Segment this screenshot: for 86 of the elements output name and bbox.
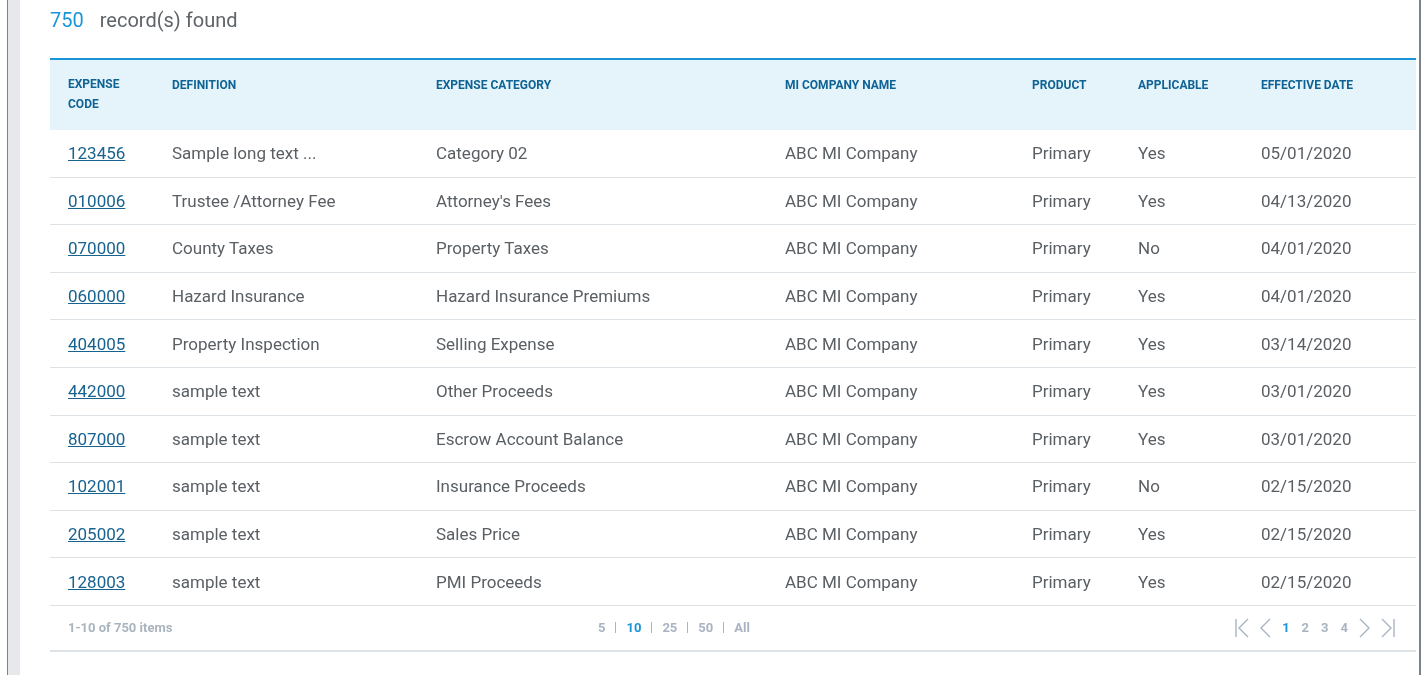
table-cell: Primary [1032, 524, 1091, 545]
table-cell: 04/13/2020 [1261, 190, 1352, 211]
table-cell: ABC MI Company [785, 428, 918, 449]
page-size-option[interactable]: 10 [626, 620, 642, 636]
table-cell: Sample long text ... [172, 143, 317, 164]
expense-code-link[interactable]: 807000 [68, 428, 126, 449]
table-cell: Yes [1138, 190, 1166, 211]
table-cell: 02/15/2020 [1261, 571, 1352, 592]
table-cell: No [1138, 476, 1160, 497]
table-cell: PMI Proceeds [436, 571, 542, 592]
table-cell: Primary [1032, 381, 1091, 402]
last-page-icon[interactable] [1380, 617, 1396, 638]
table-cell: Attorney's Fees [436, 190, 552, 211]
expense-code-link[interactable]: 404005 [68, 333, 126, 354]
table-cell: Insurance Proceeds [436, 476, 586, 497]
column-header: APPLICABLE [1138, 77, 1209, 94]
table-cell: sample text [172, 571, 261, 592]
table-cell: Hazard Insurance [172, 286, 305, 307]
table-cell: sample text [172, 381, 261, 402]
table-cell: Yes [1138, 571, 1166, 592]
record-count: 750 [50, 8, 84, 32]
table-cell: Primary [1032, 428, 1091, 449]
expense-code-link[interactable]: 070000 [68, 238, 126, 259]
next-page-icon[interactable] [1358, 617, 1372, 638]
table-cell: Primary [1032, 143, 1091, 164]
table-cell: ABC MI Company [785, 381, 918, 402]
table-cell: Yes [1138, 428, 1166, 449]
first-page-icon[interactable] [1234, 617, 1251, 638]
expense-code-link[interactable]: 205002 [68, 524, 126, 545]
table-cell: County Taxes [172, 238, 274, 259]
page-number[interactable]: 1 [1280, 620, 1292, 636]
table-cell: Yes [1138, 333, 1166, 354]
table-cell: Hazard Insurance Premiums [436, 286, 651, 307]
expense-code-link[interactable]: 102001 [68, 476, 126, 497]
table-cell: Primary [1032, 286, 1091, 307]
table-cell: Sales Price [436, 524, 520, 545]
pager-info: 1-10 of 750 items [68, 620, 174, 636]
column-header: MI COMPANY NAME [785, 77, 897, 94]
table-cell: Trustee /Attorney Fee [172, 190, 336, 211]
table-cell: ABC MI Company [785, 286, 918, 307]
table-cell: No [1138, 238, 1160, 259]
table-cell: ABC MI Company [785, 571, 918, 592]
table-cell: Yes [1138, 143, 1166, 164]
table-cell: 03/01/2020 [1261, 381, 1352, 402]
table-cell: Yes [1138, 524, 1166, 545]
table-cell: Other Proceeds [436, 381, 553, 402]
table-cell: Property Taxes [436, 238, 549, 259]
table-cell: ABC MI Company [785, 524, 918, 545]
previous-page-icon[interactable] [1258, 617, 1273, 638]
column-header: EXPENSE CODE [68, 76, 121, 113]
column-header: EFFECTIVE DATE [1261, 77, 1354, 94]
table-cell: Yes [1138, 381, 1166, 402]
table-cell: ABC MI Company [785, 143, 918, 164]
table-cell: Primary [1032, 333, 1091, 354]
table-cell: sample text [172, 428, 261, 449]
table-cell: Selling Expense [436, 333, 555, 354]
table-cell: 04/01/2020 [1261, 286, 1352, 307]
column-header: DEFINITION [172, 77, 237, 94]
table-cell: sample text [172, 524, 261, 545]
expense-code-link[interactable]: 442000 [68, 381, 126, 402]
expense-code-link[interactable]: 010006 [68, 190, 126, 211]
table-cell: Escrow Account Balance [436, 428, 624, 449]
table-cell: 03/14/2020 [1261, 333, 1352, 354]
table-cell: Primary [1032, 190, 1091, 211]
table-cell: 02/15/2020 [1261, 524, 1352, 545]
table-cell: 02/15/2020 [1261, 476, 1352, 497]
table-cell: ABC MI Company [785, 476, 918, 497]
table-cell: Primary [1032, 571, 1091, 592]
table-cell: Primary [1032, 238, 1091, 259]
expense-code-link[interactable]: 060000 [68, 286, 126, 307]
expense-code-link[interactable]: 128003 [68, 571, 126, 592]
column-header: PRODUCT [1032, 77, 1087, 94]
table-cell: ABC MI Company [785, 333, 918, 354]
table-cell: ABC MI Company [785, 190, 918, 211]
records-found-label: record(s) found [99, 8, 238, 32]
table-cell: Primary [1032, 476, 1091, 497]
table-cell: ABC MI Company [785, 238, 918, 259]
table-cell: 03/01/2020 [1261, 428, 1352, 449]
table-cell: 05/01/2020 [1261, 143, 1352, 164]
column-header: EXPENSE CATEGORY [436, 77, 552, 94]
table-cell: Category 02 [436, 143, 528, 164]
table-cell: sample text [172, 476, 261, 497]
table-cell: Yes [1138, 286, 1166, 307]
table-cell: 04/01/2020 [1261, 238, 1352, 259]
table-cell: Property Inspection [172, 333, 320, 354]
expense-code-link[interactable]: 123456 [68, 143, 126, 164]
